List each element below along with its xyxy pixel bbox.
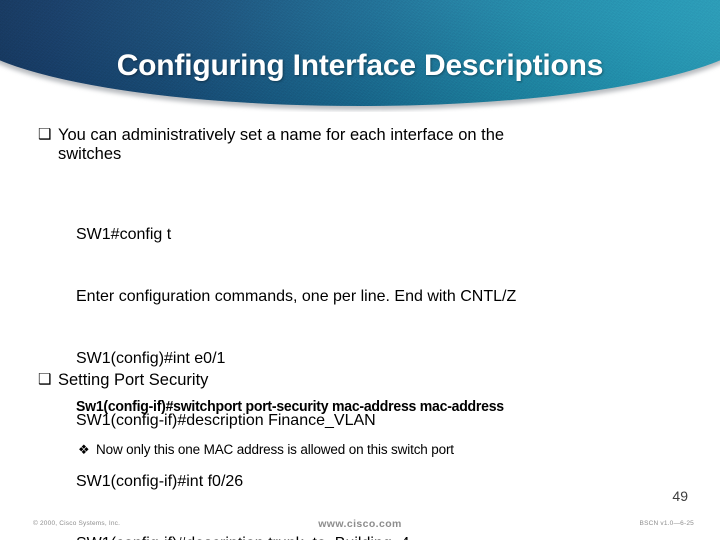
cli-line: Enter configuration commands, one per li… <box>76 287 517 305</box>
square-bullet-icon: ❑ <box>38 371 52 388</box>
cli-line: SW1(config-if)#int f0/26 <box>76 473 244 491</box>
slide-footer: © 2000, Cisco Systems, Inc. www.cisco.co… <box>0 518 720 536</box>
bullet-line-1: You can administratively set a name for … <box>58 126 505 144</box>
port-security-command: Sw1(config-if)#switchport port-security … <box>76 399 504 415</box>
square-bullet-icon: ❑ <box>38 126 52 143</box>
bullet-item-mac-note: ❖ Now only this one MAC address is allow… <box>78 442 638 458</box>
slide-page-number: 49 <box>672 488 688 504</box>
bullet-item-interface-descriptions: ❑ You can administratively set a name fo… <box>38 126 678 165</box>
bullet-item-port-security: ❑ Setting Port Security <box>38 371 658 390</box>
cli-line: SW1#config t <box>76 226 172 244</box>
footer-course-code: BSCN v1.0—6-25 <box>639 520 694 527</box>
page-title: Configuring Interface Descriptions <box>116 49 604 82</box>
cli-transcript-block: SW1#config t Enter configuration command… <box>76 184 516 540</box>
bullet-line-2: switches <box>58 145 122 164</box>
bullet-label-port-security: Setting Port Security <box>58 371 209 389</box>
bullet-text-block: You can administratively set a name for … <box>58 126 678 165</box>
bullet-note-text: Now only this one MAC address is allowed… <box>96 442 454 457</box>
slide-body: ❑ You can administratively set a name fo… <box>0 112 720 540</box>
diamond-bullet-icon: ❖ <box>78 442 90 457</box>
footer-website: www.cisco.com <box>318 518 402 530</box>
cli-line: SW1(config)#int e0/1 <box>76 349 226 367</box>
presentation-slide: Configuring Interface Descriptions ❑ You… <box>0 0 720 540</box>
